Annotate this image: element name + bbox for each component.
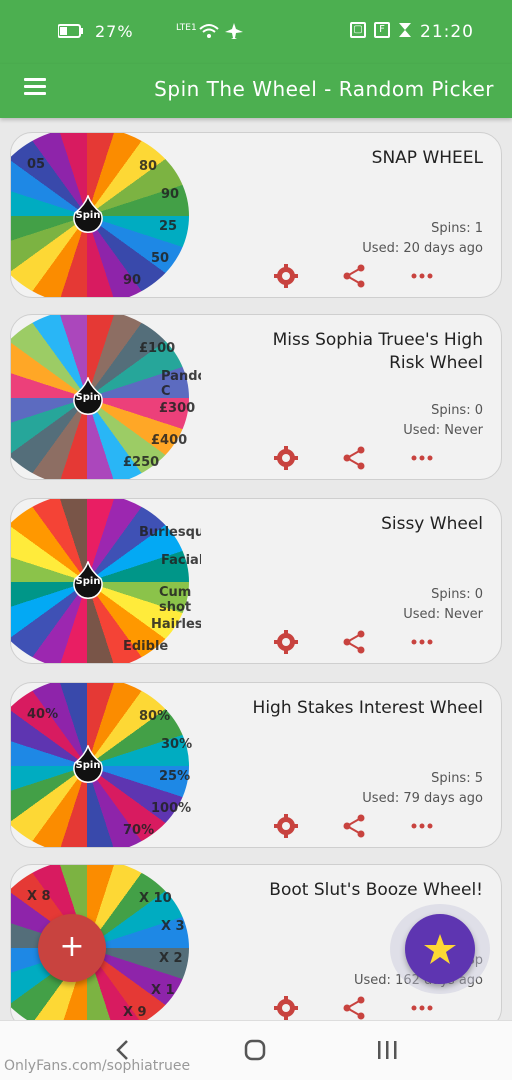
flipboard-icon: F xyxy=(374,22,390,38)
more-options-icon[interactable] xyxy=(409,263,435,289)
share-icon[interactable] xyxy=(341,263,367,289)
last-used: Used: 79 days ago xyxy=(362,791,483,806)
wheel-segment-label: 90 xyxy=(123,273,142,288)
last-used: Used: 20 days ago xyxy=(362,241,483,256)
airplane-icon xyxy=(225,23,243,39)
wheel-segment-label: Burlesque xyxy=(139,525,201,540)
card-actions xyxy=(273,813,443,839)
spin-label: Spin xyxy=(75,392,101,403)
last-used: Used: Never xyxy=(403,423,483,438)
network-label: LTE1 xyxy=(176,23,197,33)
app-screen: { "status_bar": { "time": "21:20", "batt… xyxy=(0,0,512,1080)
wheel-segment-label: 80% xyxy=(139,709,171,724)
wheel-title: SNAP WHEEL xyxy=(371,148,483,168)
spin-label: Spin xyxy=(75,760,101,771)
wheel-segment-label: Pandora C xyxy=(161,369,201,399)
more-options-icon[interactable] xyxy=(409,995,435,1020)
share-icon[interactable] xyxy=(341,995,367,1020)
wheel-title: High Stakes Interest Wheel xyxy=(252,698,483,718)
wheel-segment-label: X 1 xyxy=(151,983,175,998)
card-actions xyxy=(273,629,443,655)
wheel-card[interactable]: Pandora C £300 £400 £100 £250 Spin Miss Sophia… xyxy=(10,314,502,480)
wheel-segment-label: Facial! xyxy=(161,553,201,568)
spins-count: Spins: 0 xyxy=(431,587,483,602)
home-icon[interactable] xyxy=(240,1037,270,1063)
wheel-segment-label: X 10 xyxy=(139,891,172,906)
add-wheel-button[interactable]: + xyxy=(38,914,106,982)
clock: 21:20 xyxy=(420,22,474,42)
wheel-segment-label: 50 xyxy=(151,251,170,266)
wheel-title: Miss Sophia Truee's High Risk Wheel xyxy=(272,330,483,373)
wheel-card[interactable]: 90 25 50 80 90 05 Spin SNAP WHEEL Spins: 1 Used: … xyxy=(10,132,502,298)
wheel-segment-label: X 3 xyxy=(161,919,185,934)
more-options-icon[interactable] xyxy=(409,813,435,839)
favorites-button[interactable] xyxy=(405,914,475,984)
spin-label: Spin xyxy=(75,576,101,587)
spins-count: Spins: 1 xyxy=(431,221,483,236)
wheel-segment-label: Edible xyxy=(123,639,169,654)
settings-gear-icon[interactable] xyxy=(273,263,299,289)
wheel-segment-label: X 2 xyxy=(159,951,183,966)
share-icon[interactable] xyxy=(341,629,367,655)
hourglass-icon xyxy=(399,23,411,37)
star-icon xyxy=(424,934,456,964)
card-actions xyxy=(273,995,443,1020)
wheel-preview[interactable]: Pandora C £300 £400 £100 £250 Spin xyxy=(11,315,201,479)
settings-gear-icon[interactable] xyxy=(273,445,299,471)
battery-percent: 27% xyxy=(95,22,134,41)
wheel-preview[interactable]: Facial! Cum shot Hairless! Burlesque Edible S… xyxy=(11,499,201,663)
card-actions xyxy=(273,445,443,471)
wheel-segment-label: £250 xyxy=(123,455,160,470)
hamburger-menu-icon[interactable] xyxy=(24,78,46,100)
app-bar: Spin The Wheel - Random Picker xyxy=(0,64,512,118)
share-icon[interactable] xyxy=(341,813,367,839)
status-bar: 27% LTE1 ▢ F 21:20 xyxy=(0,0,512,64)
spins-count: Spins: 5 xyxy=(431,771,483,786)
wheel-card[interactable]: 30% 25% 100% 80% 70% 40% Spin High Stakes Inter… xyxy=(10,682,502,848)
wheel-segment-label: 90 xyxy=(161,187,180,202)
wheel-segment-label: Cum shot xyxy=(159,585,192,615)
watermark-text: OnlyFans.com/sophiatruee xyxy=(4,1058,191,1074)
more-options-icon[interactable] xyxy=(409,629,435,655)
notification-icons: ▢ F xyxy=(350,22,412,38)
wheel-segment-label: 30% xyxy=(161,737,193,752)
wheel-preview[interactable]: 90 25 50 80 90 05 Spin xyxy=(11,133,201,297)
settings-gear-icon[interactable] xyxy=(273,629,299,655)
wheel-segment-label: £100 xyxy=(139,341,176,356)
wheel-segment-label: 40% xyxy=(27,707,59,722)
wheel-segment-label: 25 xyxy=(159,219,178,234)
settings-gear-icon[interactable] xyxy=(273,813,299,839)
wheel-title: Boot Slut's Booze Wheel! xyxy=(269,880,483,900)
wheel-segment-label: 25% xyxy=(159,769,191,784)
settings-gear-icon[interactable] xyxy=(273,995,299,1020)
wheel-segment-label: X 9 xyxy=(123,1005,147,1020)
wheel-segment-label: 70% xyxy=(123,823,155,838)
wheel-title: Sissy Wheel xyxy=(381,514,483,534)
last-used: Used: Never xyxy=(403,607,483,622)
square-app-icon: ▢ xyxy=(350,22,366,38)
wheel-segment-label: 05 xyxy=(27,157,46,172)
wheel-segment-label: Hairless! xyxy=(151,617,201,632)
wifi-icon xyxy=(199,24,219,38)
wheel-segment-label: 100% xyxy=(151,801,192,816)
spin-label: Spin xyxy=(75,210,101,221)
wheel-segment-label: 80 xyxy=(139,159,158,174)
recents-icon[interactable] xyxy=(372,1037,402,1063)
more-options-icon[interactable] xyxy=(409,445,435,471)
wheel-segment-label: X 8 xyxy=(27,889,51,904)
wheel-segment-label: £300 xyxy=(159,401,196,416)
wheel-card[interactable]: Facial! Cum shot Hairless! Burlesque Edible S… xyxy=(10,498,502,664)
share-icon[interactable] xyxy=(341,445,367,471)
battery-icon xyxy=(58,24,83,38)
app-title: Spin The Wheel - Random Picker xyxy=(154,77,494,101)
card-actions xyxy=(273,263,443,289)
wheel-preview[interactable]: 30% 25% 100% 80% 70% 40% Spin xyxy=(11,683,201,847)
wheel-segment-label: £400 xyxy=(151,433,188,448)
spins-count: Spins: 0 xyxy=(431,403,483,418)
wheel-list[interactable]: 90 25 50 80 90 05 Spin SNAP WHEEL Spins: 1 Used: … xyxy=(0,118,512,1020)
